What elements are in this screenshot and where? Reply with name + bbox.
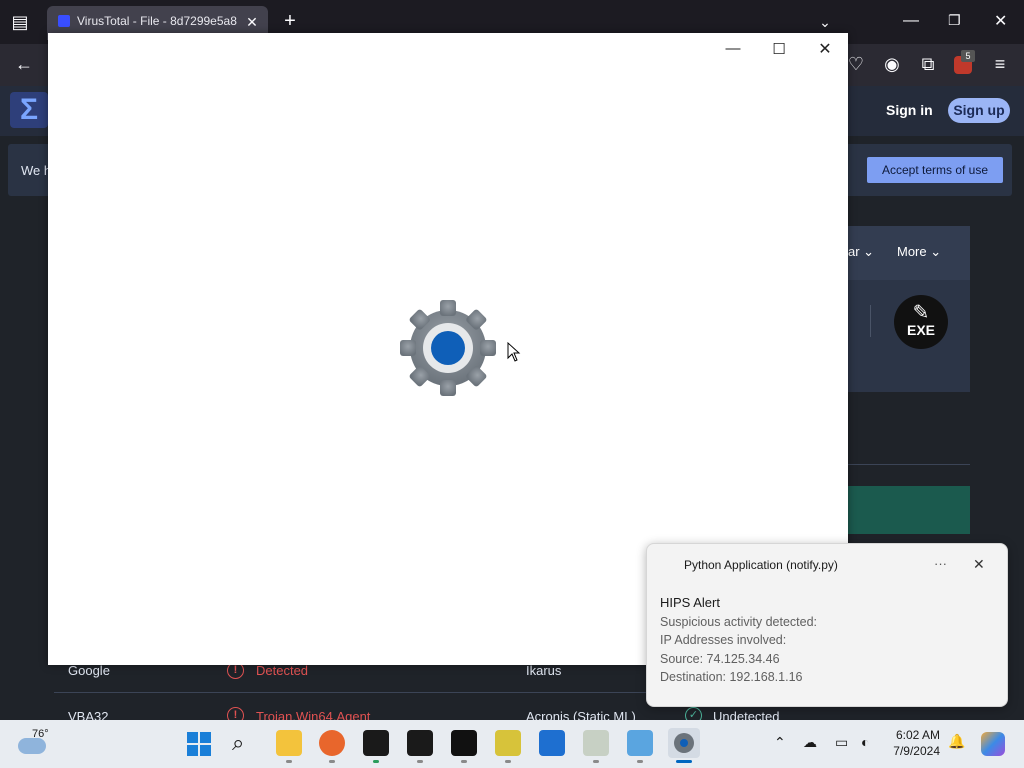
date: 7/9/2024: [893, 744, 940, 758]
tab-partial[interactable]: ar ⌄: [848, 244, 874, 260]
exe-label: EXE: [906, 322, 935, 338]
maximize-icon[interactable]: ☐: [764, 40, 794, 58]
settings-taskbar-icon[interactable]: [668, 728, 700, 758]
start-icon[interactable]: [187, 732, 211, 756]
banner-text: We h: [21, 163, 52, 178]
shield-app-icon[interactable]: [363, 730, 389, 756]
time: 6:02 AM: [895, 728, 940, 742]
menu-icon[interactable]: ≡: [990, 54, 1010, 74]
notification-bell-icon[interactable]: 🔔: [948, 733, 965, 750]
extension-badge: 5: [961, 50, 975, 62]
file-explorer-icon[interactable]: [276, 730, 302, 756]
running-indicator: [329, 760, 335, 763]
notification-line: Source: 74.125.34.46: [660, 652, 780, 666]
new-tab-button[interactable]: +: [280, 11, 300, 31]
copilot-icon[interactable]: [981, 732, 1005, 756]
volume-icon[interactable]: ◐: [861, 734, 869, 750]
minimize-browser-icon[interactable]: —: [903, 12, 919, 30]
running-indicator: [505, 760, 511, 763]
sign-up-button[interactable]: Sign up: [948, 98, 1010, 123]
running-indicator: [593, 760, 599, 763]
close-tab-icon[interactable]: ✕: [244, 12, 260, 32]
search-icon[interactable]: ⌕: [232, 730, 244, 756]
engine-name: Google: [68, 663, 110, 678]
notification-title: HIPS Alert: [660, 595, 720, 610]
active-indicator: [676, 760, 692, 763]
extensions-icon[interactable]: ⧉: [918, 54, 938, 74]
divider: [870, 305, 871, 337]
onedrive-icon[interactable]: ☁: [803, 734, 817, 751]
running-indicator: [461, 760, 467, 763]
notification-line: Suspicious activity detected:: [660, 615, 818, 629]
terminal-icon[interactable]: [451, 730, 477, 756]
wrench-icon: ✎: [912, 302, 930, 324]
network-icon[interactable]: ▭: [835, 734, 848, 751]
notes-app-icon[interactable]: [495, 730, 521, 756]
running-indicator: [373, 760, 379, 763]
section-divider: [848, 464, 970, 465]
sign-in-link[interactable]: Sign in: [886, 102, 933, 118]
detection-result: Detected: [256, 663, 309, 678]
weather-cloud-icon[interactable]: [18, 738, 46, 754]
mouse-cursor-icon: [507, 342, 521, 362]
notification-more-button[interactable]: ···: [934, 556, 947, 571]
tab-title[interactable]: VirusTotal - File - 8d7299e5a8a: [77, 14, 237, 28]
minimize-icon[interactable]: —: [718, 40, 748, 57]
clock[interactable]: 6:02 AM 7/9/2024: [890, 728, 940, 758]
shield-app-icon-2[interactable]: [407, 730, 433, 756]
close-icon[interactable]: ✕: [810, 39, 840, 59]
close-browser-icon[interactable]: ✕: [994, 11, 1007, 31]
notification-line: Destination: 192.168.1.16: [660, 670, 803, 684]
show-hidden-icons-chevron[interactable]: ⌃: [774, 734, 786, 751]
back-arrow-icon[interactable]: ←: [13, 54, 35, 74]
virustotal-favicon: [58, 15, 70, 27]
notification-close-icon[interactable]: ✕: [973, 556, 985, 573]
notification-app-name: Python Application (notify.py): [684, 558, 838, 572]
document-app-icon[interactable]: [583, 730, 609, 756]
notification-line: IP Addresses involved:: [660, 633, 787, 647]
running-indicator: [637, 760, 643, 763]
more-menu[interactable]: More ⌄: [897, 244, 941, 260]
chevron-down-icon[interactable]: ⌄: [815, 12, 835, 32]
notepad-icon[interactable]: [627, 730, 653, 756]
pocket-icon[interactable]: ♡: [846, 54, 866, 74]
restore-browser-icon[interactable]: ❐: [948, 12, 961, 29]
exe-file-icon: ✎ EXE: [894, 295, 948, 349]
account-icon[interactable]: ◉: [882, 54, 902, 74]
weather-temp[interactable]: 76°: [32, 728, 49, 740]
table-divider: [54, 692, 654, 693]
defender-icon[interactable]: [539, 730, 565, 756]
virustotal-logo[interactable]: Σ: [10, 92, 48, 128]
engine-name: Ikarus: [526, 663, 562, 678]
accept-terms-button[interactable]: Accept terms of use: [867, 157, 1003, 183]
firefox-icon[interactable]: [319, 730, 345, 756]
teal-bar: [848, 486, 970, 534]
gear-icon: [400, 300, 496, 396]
tab-list-icon[interactable]: ▤: [10, 12, 30, 32]
running-indicator: [417, 760, 423, 763]
running-indicator: [286, 760, 292, 763]
